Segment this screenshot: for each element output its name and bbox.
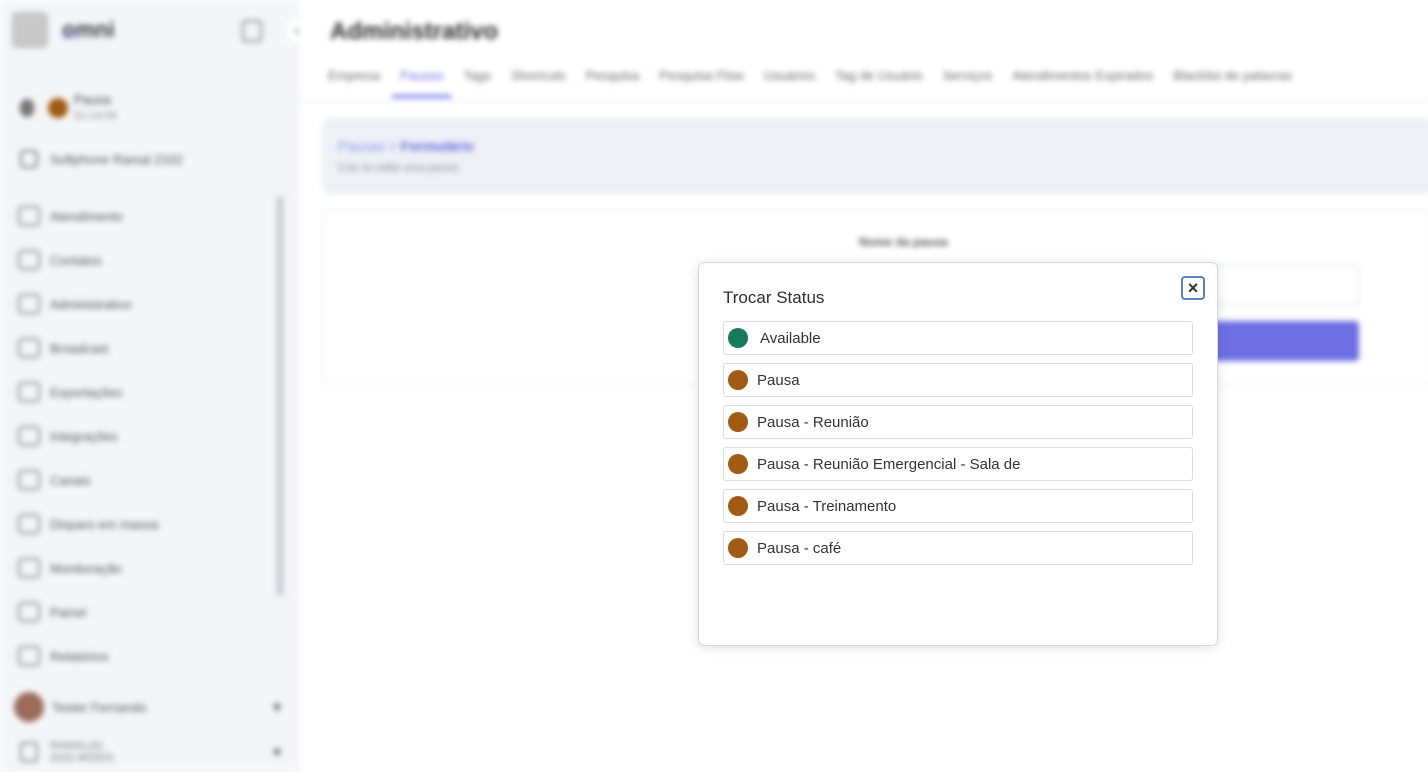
tab-atendimentos-expirados[interactable]: Atendimentos Expirados [1012, 68, 1153, 98]
export-icon [18, 382, 40, 402]
breadcrumb-current: Formulário [400, 138, 474, 154]
status-dot [728, 412, 748, 432]
pause-name-input[interactable] [1203, 265, 1359, 305]
tab-pesquisa[interactable]: Pesquisa [586, 68, 639, 98]
tab-usuarios[interactable]: Usuários [764, 68, 815, 98]
status-option-label: Pausa - café [757, 539, 842, 557]
breadcrumb-subtitle: Crie ou edite uma pausa [338, 162, 458, 174]
tab-shortcuts[interactable]: Shortcuts [511, 68, 566, 98]
close-icon: × [1187, 278, 1199, 298]
sidebar-item-atendimento[interactable]: Atendimento [0, 194, 286, 238]
brand-sub: MO [62, 30, 80, 42]
breadcrumb-panel: Pausas > Formulário Crie ou edite uma pa… [322, 118, 1428, 194]
status-option-pausa-reuniao-emergencial[interactable]: Pausa - Reunião Emergencial - Sala de [723, 447, 1193, 481]
phone-number: 2020 MODIS [50, 752, 114, 764]
sidebar: omni MO ‹ Pausa 01:14:09 Softphone Ramal… [0, 0, 306, 772]
sidebar-item-painel[interactable]: Painel [0, 590, 286, 634]
status-option-label: Pausa [757, 371, 800, 389]
tab-servicos[interactable]: Serviços [943, 68, 993, 98]
tab-pausas[interactable]: Pausas [392, 68, 452, 98]
contacts-icon [18, 250, 40, 270]
report-icon [18, 646, 40, 666]
status-label: Pausa [74, 92, 111, 107]
sidebar-item-disparo[interactable]: Disparo em massa [0, 502, 286, 546]
status-dot [728, 496, 748, 516]
user-name: Tester Fernando [52, 699, 147, 715]
breadcrumb: Pausas > Formulário [338, 138, 474, 154]
tab-tag-usuario[interactable]: Tag de Usuário [835, 68, 922, 98]
brand-logo [12, 12, 48, 48]
page-title: Administrativo [330, 18, 499, 45]
phone-menu[interactable]: RAMAL(A) 2020 MODIS ▼ [20, 740, 284, 764]
status-option-label: Pausa - Treinamento [757, 497, 897, 515]
status-option-label: Available [760, 329, 821, 347]
softphone[interactable]: Softphone Ramal 2102 [20, 150, 183, 168]
status-list: Available Pausa Pausa - Reunião Pausa - … [723, 321, 1193, 573]
close-button[interactable]: × [1181, 276, 1205, 300]
user-menu[interactable]: Tester Fernando ▼ [14, 692, 284, 722]
status-dot [728, 538, 748, 558]
avatar [14, 692, 44, 722]
chevron-down-icon: ▼ [270, 744, 284, 760]
status-dot [48, 98, 68, 118]
tab-tags[interactable]: Tags [463, 68, 490, 98]
sidebar-item-administrativo[interactable]: Administrativo [0, 282, 286, 326]
microphone-icon [20, 99, 34, 117]
status-option-pausa-cafe[interactable]: Pausa - café [723, 531, 1193, 565]
current-status[interactable]: Pausa 01:14:09 [20, 92, 117, 124]
megaphone-icon [18, 470, 40, 490]
sidebar-item-monitoracao[interactable]: Monitoração [0, 546, 286, 590]
chevron-down-icon: ▼ [270, 699, 284, 715]
sidebar-scrollbar[interactable] [276, 196, 284, 596]
sidebar-nav: Atendimento Contatos Administrativo Broa… [0, 194, 286, 676]
monitor-icon [18, 558, 40, 578]
tab-empresa[interactable]: Empresa [328, 68, 380, 98]
pause-name-label: Nome da pausa [859, 235, 948, 249]
logout-icon[interactable] [242, 20, 262, 42]
tabs: Empresa Pausas Tags Shortcuts Pesquisa P… [328, 68, 1312, 98]
status-dot [728, 370, 748, 390]
phone-label: RAMAL(A) [50, 740, 103, 752]
save-button[interactable] [1203, 321, 1359, 361]
sidebar-item-contatos[interactable]: Contatos [0, 238, 286, 282]
status-dot [728, 328, 748, 348]
change-status-modal: Trocar Status × Available Pausa Pausa - … [698, 262, 1218, 646]
status-option-pausa[interactable]: Pausa [723, 363, 1193, 397]
sidebar-item-relatorios[interactable]: Relatórios [0, 634, 286, 678]
sidebar-item-broadcast[interactable]: Broadcast [0, 326, 286, 370]
status-option-pausa-treinamento[interactable]: Pausa - Treinamento [723, 489, 1193, 523]
broadcast-icon [18, 338, 40, 358]
status-option-label: Pausa - Reunião Emergencial - Sala de [757, 455, 1021, 473]
mass-send-icon [18, 514, 40, 534]
status-option-available[interactable]: Available [723, 321, 1193, 355]
softphone-label: Softphone Ramal 2102 [50, 151, 183, 167]
breadcrumb-parent[interactable]: Pausas > [338, 138, 397, 154]
phone-icon [20, 150, 38, 168]
tab-blacklist[interactable]: Blacklist de palavras [1173, 68, 1292, 98]
status-dot [728, 454, 748, 474]
admin-icon [18, 294, 40, 314]
status-option-label: Pausa - Reunião [757, 413, 869, 431]
tab-pesquisa-flow[interactable]: Pesquisa Flow [659, 68, 744, 98]
modal-title: Trocar Status [723, 288, 825, 307]
sidebar-item-exportacoes[interactable]: Exportações [0, 370, 286, 414]
status-timer: 01:14:09 [74, 110, 117, 122]
sidebar-item-integracoes[interactable]: Integrações [0, 414, 286, 458]
phone-icon [20, 742, 38, 762]
status-option-pausa-reuniao[interactable]: Pausa - Reunião [723, 405, 1193, 439]
panel-icon [18, 602, 40, 622]
chat-icon [18, 206, 40, 226]
integration-icon [18, 426, 40, 446]
sidebar-item-canais[interactable]: Canais [0, 458, 286, 502]
tabs-divider [298, 100, 1428, 101]
